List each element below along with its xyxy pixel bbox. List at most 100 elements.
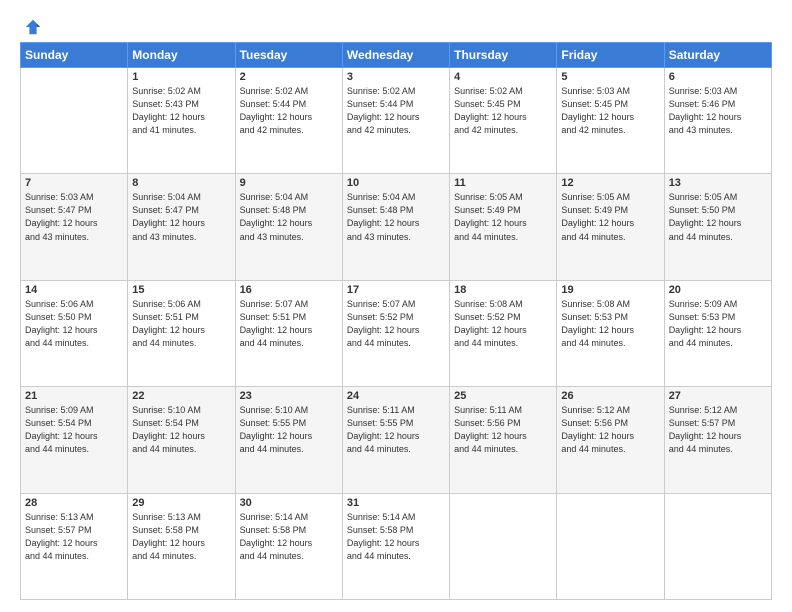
calendar-cell: 15 Sunrise: 5:06 AM Sunset: 5:51 PM Dayli… [128,280,235,386]
day-info: Sunrise: 5:12 AM Sunset: 5:56 PM Dayligh… [561,404,659,456]
calendar-header-row: SundayMondayTuesdayWednesdayThursdayFrid… [21,43,772,68]
day-info: Sunrise: 5:02 AM Sunset: 5:44 PM Dayligh… [347,85,445,137]
day-number: 17 [347,284,445,296]
calendar-cell: 27 Sunrise: 5:12 AM Sunset: 5:57 PM Dayli… [664,387,771,493]
calendar-day-header: Wednesday [342,43,449,68]
day-number: 26 [561,390,659,402]
day-info: Sunrise: 5:05 AM Sunset: 5:49 PM Dayligh… [454,191,552,243]
calendar-cell: 4 Sunrise: 5:02 AM Sunset: 5:45 PM Daylig… [450,68,557,174]
calendar-cell: 13 Sunrise: 5:05 AM Sunset: 5:50 PM Dayli… [664,174,771,280]
calendar-cell: 28 Sunrise: 5:13 AM Sunset: 5:57 PM Dayli… [21,493,128,599]
day-info: Sunrise: 5:06 AM Sunset: 5:50 PM Dayligh… [25,298,123,350]
day-number: 1 [132,71,230,83]
day-info: Sunrise: 5:02 AM Sunset: 5:43 PM Dayligh… [132,85,230,137]
calendar-cell [21,68,128,174]
day-info: Sunrise: 5:11 AM Sunset: 5:55 PM Dayligh… [347,404,445,456]
calendar-cell: 23 Sunrise: 5:10 AM Sunset: 5:55 PM Dayli… [235,387,342,493]
day-number: 16 [240,284,338,296]
calendar-cell: 20 Sunrise: 5:09 AM Sunset: 5:53 PM Dayli… [664,280,771,386]
day-number: 11 [454,177,552,189]
day-number: 19 [561,284,659,296]
day-number: 24 [347,390,445,402]
day-info: Sunrise: 5:05 AM Sunset: 5:50 PM Dayligh… [669,191,767,243]
day-number: 7 [25,177,123,189]
calendar-cell: 31 Sunrise: 5:14 AM Sunset: 5:58 PM Dayli… [342,493,449,599]
day-number: 14 [25,284,123,296]
day-number: 28 [25,497,123,509]
calendar-cell: 3 Sunrise: 5:02 AM Sunset: 5:44 PM Daylig… [342,68,449,174]
page: SundayMondayTuesdayWednesdayThursdayFrid… [0,0,792,612]
day-info: Sunrise: 5:10 AM Sunset: 5:55 PM Dayligh… [240,404,338,456]
calendar-day-header: Monday [128,43,235,68]
day-info: Sunrise: 5:05 AM Sunset: 5:49 PM Dayligh… [561,191,659,243]
calendar-table: SundayMondayTuesdayWednesdayThursdayFrid… [20,42,772,600]
day-info: Sunrise: 5:02 AM Sunset: 5:45 PM Dayligh… [454,85,552,137]
calendar-cell: 14 Sunrise: 5:06 AM Sunset: 5:50 PM Dayli… [21,280,128,386]
calendar-day-header: Saturday [664,43,771,68]
day-number: 25 [454,390,552,402]
day-info: Sunrise: 5:07 AM Sunset: 5:52 PM Dayligh… [347,298,445,350]
day-info: Sunrise: 5:13 AM Sunset: 5:58 PM Dayligh… [132,511,230,563]
day-info: Sunrise: 5:09 AM Sunset: 5:53 PM Dayligh… [669,298,767,350]
day-info: Sunrise: 5:07 AM Sunset: 5:51 PM Dayligh… [240,298,338,350]
calendar-week-row: 14 Sunrise: 5:06 AM Sunset: 5:50 PM Dayli… [21,280,772,386]
calendar-day-header: Sunday [21,43,128,68]
calendar-cell: 26 Sunrise: 5:12 AM Sunset: 5:56 PM Dayli… [557,387,664,493]
calendar-day-header: Tuesday [235,43,342,68]
calendar-week-row: 28 Sunrise: 5:13 AM Sunset: 5:57 PM Dayli… [21,493,772,599]
day-number: 23 [240,390,338,402]
calendar-cell: 18 Sunrise: 5:08 AM Sunset: 5:52 PM Dayli… [450,280,557,386]
day-number: 27 [669,390,767,402]
calendar-cell [664,493,771,599]
day-number: 20 [669,284,767,296]
day-number: 30 [240,497,338,509]
day-info: Sunrise: 5:04 AM Sunset: 5:48 PM Dayligh… [347,191,445,243]
calendar-cell: 8 Sunrise: 5:04 AM Sunset: 5:47 PM Daylig… [128,174,235,280]
day-info: Sunrise: 5:03 AM Sunset: 5:45 PM Dayligh… [561,85,659,137]
day-info: Sunrise: 5:14 AM Sunset: 5:58 PM Dayligh… [240,511,338,563]
day-number: 15 [132,284,230,296]
day-number: 6 [669,71,767,83]
day-info: Sunrise: 5:03 AM Sunset: 5:47 PM Dayligh… [25,191,123,243]
calendar-week-row: 7 Sunrise: 5:03 AM Sunset: 5:47 PM Daylig… [21,174,772,280]
day-number: 12 [561,177,659,189]
calendar-cell: 29 Sunrise: 5:13 AM Sunset: 5:58 PM Dayli… [128,493,235,599]
calendar-cell: 2 Sunrise: 5:02 AM Sunset: 5:44 PM Daylig… [235,68,342,174]
day-info: Sunrise: 5:04 AM Sunset: 5:47 PM Dayligh… [132,191,230,243]
day-info: Sunrise: 5:14 AM Sunset: 5:58 PM Dayligh… [347,511,445,563]
calendar-cell: 1 Sunrise: 5:02 AM Sunset: 5:43 PM Daylig… [128,68,235,174]
calendar-cell: 6Sunrise: 5:03 AM Sunset: 5:46 PM Daylig… [664,68,771,174]
day-number: 31 [347,497,445,509]
calendar-cell: 11 Sunrise: 5:05 AM Sunset: 5:49 PM Dayli… [450,174,557,280]
day-info: Sunrise: 5:08 AM Sunset: 5:52 PM Dayligh… [454,298,552,350]
calendar-cell: 12 Sunrise: 5:05 AM Sunset: 5:49 PM Dayli… [557,174,664,280]
day-info: Sunrise: 5:04 AM Sunset: 5:48 PM Dayligh… [240,191,338,243]
day-number: 4 [454,71,552,83]
day-number: 2 [240,71,338,83]
day-number: 3 [347,71,445,83]
calendar-cell: 25Sunrise: 5:11 AM Sunset: 5:56 PM Dayli… [450,387,557,493]
day-info: Sunrise: 5:09 AM Sunset: 5:54 PM Dayligh… [25,404,123,456]
calendar-cell: 24 Sunrise: 5:11 AM Sunset: 5:55 PM Dayli… [342,387,449,493]
day-number: 13 [669,177,767,189]
day-info: Sunrise: 5:02 AM Sunset: 5:44 PM Dayligh… [240,85,338,137]
day-number: 21 [25,390,123,402]
day-info: Sunrise: 5:13 AM Sunset: 5:57 PM Dayligh… [25,511,123,563]
day-number: 18 [454,284,552,296]
day-number: 29 [132,497,230,509]
calendar-cell [557,493,664,599]
day-info: Sunrise: 5:06 AM Sunset: 5:51 PM Dayligh… [132,298,230,350]
logo [20,18,42,32]
calendar-day-header: Friday [557,43,664,68]
day-info: Sunrise: 5:10 AM Sunset: 5:54 PM Dayligh… [132,404,230,456]
calendar-cell: 22Sunrise: 5:10 AM Sunset: 5:54 PM Dayli… [128,387,235,493]
day-number: 8 [132,177,230,189]
day-info: Sunrise: 5:12 AM Sunset: 5:57 PM Dayligh… [669,404,767,456]
day-number: 5 [561,71,659,83]
calendar-cell: 21 Sunrise: 5:09 AM Sunset: 5:54 PM Dayli… [21,387,128,493]
calendar-cell: 30 Sunrise: 5:14 AM Sunset: 5:58 PM Dayli… [235,493,342,599]
calendar-cell: 19 Sunrise: 5:08 AM Sunset: 5:53 PM Dayli… [557,280,664,386]
calendar-day-header: Thursday [450,43,557,68]
day-info: Sunrise: 5:08 AM Sunset: 5:53 PM Dayligh… [561,298,659,350]
calendar-week-row: 21 Sunrise: 5:09 AM Sunset: 5:54 PM Dayli… [21,387,772,493]
